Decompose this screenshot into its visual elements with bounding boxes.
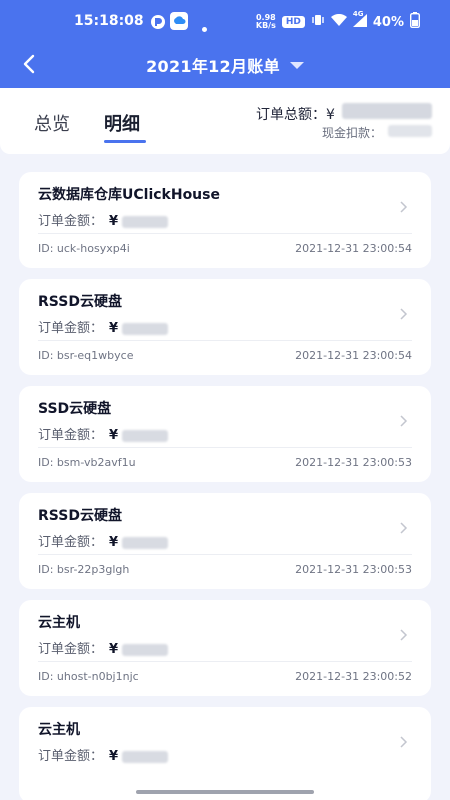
divider [38, 233, 412, 234]
chevron-right-icon [397, 519, 409, 534]
order-card[interactable]: 云数据库仓库UClickHouse 订单金额： ¥ ID: uck-hosyxp4… [19, 172, 431, 268]
total-amount-value-redacted [342, 103, 432, 119]
amount-label: 订单金额： [38, 749, 104, 764]
currency-symbol: ¥ [109, 642, 119, 657]
amount-label: 订单金额： [38, 428, 104, 443]
divider [38, 554, 412, 555]
battery-icon [409, 12, 421, 32]
amount-label: 订单金额： [38, 535, 104, 550]
nav-bar: 2021年12月账单 [0, 44, 450, 88]
order-list: 云数据库仓库UClickHouse 订单金额： ¥ ID: uck-hosyxp4… [19, 172, 431, 800]
signal-type: 4G [352, 9, 364, 18]
cloud-app-icon [170, 12, 188, 34]
order-time: 2021-12-31 23:00:53 [295, 456, 412, 469]
amount-value-redacted [122, 536, 169, 549]
chevron-right-icon [397, 412, 409, 427]
status-time: 15:18:08 [74, 13, 144, 29]
total-currency: ¥ [326, 107, 335, 123]
order-amount: 订单金额： ¥ [38, 424, 169, 443]
order-time: 2021-12-31 23:00:54 [295, 242, 412, 255]
dot-icon [202, 20, 207, 36]
hd-badge: HD [281, 16, 305, 28]
order-id: ID: bsm-vb2avf1u [38, 456, 136, 469]
order-amount: 订单金额： ¥ [38, 210, 169, 229]
chevron-right-icon [397, 733, 409, 748]
order-amount: 订单金额： ¥ [38, 317, 169, 336]
order-id: ID: bsr-eq1wbyce [38, 349, 134, 362]
net-speed: 0.98 KB/s [255, 13, 276, 30]
order-id: ID: bsr-22p3glgh [38, 563, 130, 576]
wifi-icon [330, 13, 347, 31]
order-id: ID: uhost-n0bj1njc [38, 670, 139, 683]
amount-value-redacted [122, 750, 169, 763]
chevron-right-icon [397, 626, 409, 641]
vibrate-icon [311, 13, 325, 31]
active-tab-indicator [104, 140, 146, 143]
caret-down-icon [289, 62, 304, 69]
order-amount: 订单金额： ¥ [38, 745, 169, 764]
currency-symbol: ¥ [109, 214, 119, 229]
currency-symbol: ¥ [109, 749, 119, 764]
divider [38, 447, 412, 448]
chevron-right-icon [397, 198, 409, 213]
total-label-text: 订单总额： [256, 107, 326, 123]
amount-label: 订单金额： [38, 321, 104, 336]
order-title: 云数据库仓库UClickHouse [38, 187, 220, 203]
order-id: ID: uck-hosyxp4i [38, 242, 130, 255]
order-title: RSSD云硬盘 [38, 294, 122, 310]
app-notification-icon [150, 14, 166, 34]
order-card[interactable]: 云主机 订单金额： ¥ ID: uhost-n0bj1njc 2021-12-31… [19, 600, 431, 696]
order-time: 2021-12-31 23:00:53 [295, 563, 412, 576]
amount-label: 订单金额： [38, 214, 104, 229]
divider [38, 661, 412, 662]
currency-symbol: ¥ [109, 535, 119, 550]
divider [38, 340, 412, 341]
amount-value-redacted [122, 215, 169, 228]
amount-value-redacted [122, 643, 169, 656]
page-title: 2021年12月账单 [146, 57, 280, 76]
month-selector[interactable]: 2021年12月账单 [0, 53, 450, 77]
order-time: 2021-12-31 23:00:52 [295, 670, 412, 683]
battery-percent: 40% [372, 14, 404, 30]
order-title: SSD云硬盘 [38, 401, 112, 417]
signal-icon: 4G [352, 10, 367, 31]
order-title: 云主机 [38, 615, 80, 631]
amount-value-redacted [122, 429, 169, 442]
chevron-right-icon [397, 305, 409, 320]
amount-value-redacted [122, 322, 169, 335]
order-title: 云主机 [38, 722, 80, 738]
app-header: 15:18:08 0.98 KB/s HD 4G 40% 2021年12月账单 [0, 0, 450, 88]
order-amount: 订单金额： ¥ [38, 531, 169, 550]
status-right: 0.98 KB/s HD 4G 40% [255, 10, 421, 32]
order-card[interactable]: SSD云硬盘 订单金额： ¥ ID: bsm-vb2avf1u 2021-12-3… [19, 386, 431, 482]
cash-deduction-label: 现金扣款： [322, 126, 383, 140]
order-title: RSSD云硬盘 [38, 508, 122, 524]
tab-detail[interactable]: 明细 [104, 110, 140, 136]
tab-overview[interactable]: 总览 [34, 110, 70, 136]
order-amount: 订单金额： ¥ [38, 638, 169, 657]
order-card[interactable]: RSSD云硬盘 订单金额： ¥ ID: bsr-eq1wbyce 2021-12-… [19, 279, 431, 375]
order-card[interactable]: 云主机 订单金额： ¥ [19, 707, 431, 800]
home-indicator[interactable] [136, 790, 314, 794]
amount-label: 订单金额： [38, 642, 104, 657]
cash-deduction-value-redacted [388, 125, 432, 137]
total-amount-label: 订单总额：¥ [256, 104, 335, 124]
order-card[interactable]: RSSD云硬盘 订单金额： ¥ ID: bsr-22p3glgh 2021-12-… [19, 493, 431, 589]
status-bar: 15:18:08 0.98 KB/s HD 4G 40% [0, 0, 450, 44]
currency-symbol: ¥ [109, 428, 119, 443]
currency-symbol: ¥ [109, 321, 119, 336]
bill-summary: 总览 明细 订单总额：¥ 现金扣款： [0, 88, 450, 154]
order-time: 2021-12-31 23:00:54 [295, 349, 412, 362]
